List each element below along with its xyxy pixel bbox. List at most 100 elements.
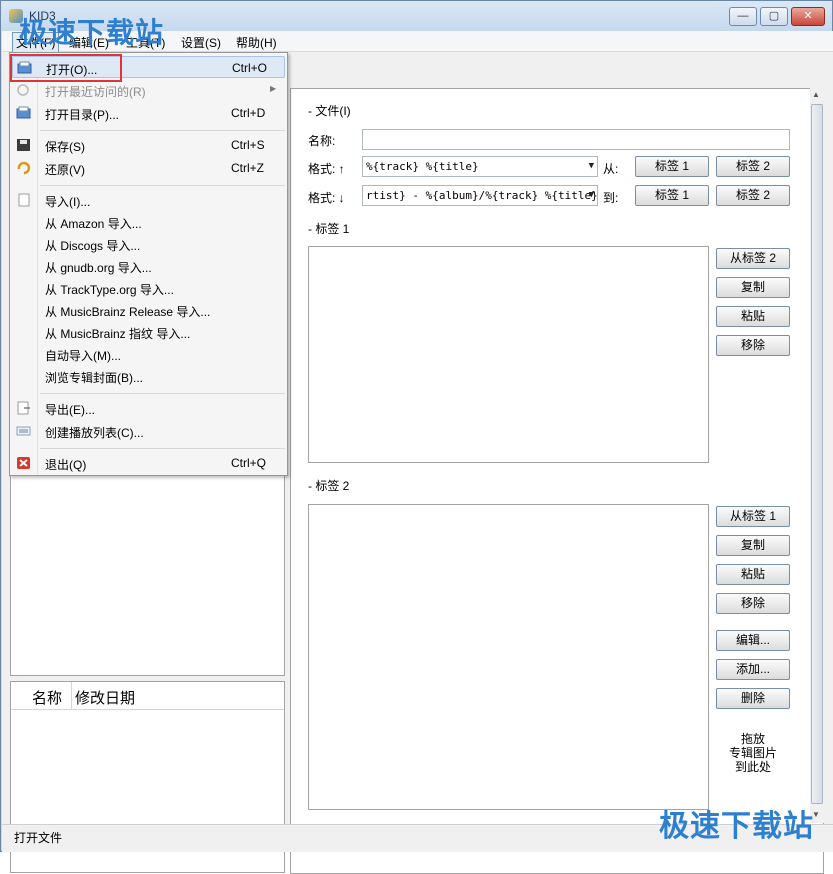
format-down-label: 格式: ↓ <box>308 191 345 205</box>
maximize-button[interactable]: ▢ <box>760 7 788 26</box>
tag2-delete-button[interactable]: 删除 <box>716 688 790 709</box>
menu-item-shortcut: Ctrl+D <box>231 106 266 120</box>
filename-field[interactable] <box>362 129 790 150</box>
menu-item-label: 退出(Q) <box>45 458 87 472</box>
menu-item-label: 导出(E)... <box>45 403 95 417</box>
tag1-frame-table[interactable] <box>308 246 709 463</box>
highlight-annotation <box>10 54 122 82</box>
column-name[interactable]: 名称 <box>32 687 62 708</box>
save-icon <box>16 138 31 152</box>
menu-item-label: 打开最近访问的(R) <box>45 85 146 99</box>
tag1-paste-button[interactable]: 粘贴 <box>716 306 790 327</box>
menu-item-label: 从 gnudb.org 导入... <box>45 261 152 275</box>
menu-item-shortcut: Ctrl+S <box>231 138 265 152</box>
file-section-header[interactable]: - 文件(I) <box>308 102 351 119</box>
tag1-section-header[interactable]: - 标签 1 <box>308 220 349 237</box>
column-separator <box>71 682 72 710</box>
menu-item-import[interactable]: 导入(I)... <box>12 189 285 211</box>
to-tag1-button[interactable]: 标签 1 <box>635 185 709 206</box>
tag1-remove-button[interactable]: 移除 <box>716 335 790 356</box>
chevron-down-icon[interactable]: ▼ <box>589 157 594 176</box>
tag2-add-button[interactable]: 添加... <box>716 659 790 680</box>
menu-item-label: 自动导入(M)... <box>45 349 121 363</box>
export-icon <box>16 401 31 415</box>
tag1-section-title: 标签 1 <box>315 222 350 236</box>
format-to-filename-combo[interactable]: rtist} - %{album}/%{track} %{title} ▼ <box>362 185 598 206</box>
menu-item-revert[interactable]: 还原(V) Ctrl+Z <box>12 157 285 179</box>
menu-item-label: 从 MusicBrainz 指纹 导入... <box>45 327 191 341</box>
menu-item-save[interactable]: 保存(S) Ctrl+S <box>12 134 285 156</box>
tag2-edit-button[interactable]: 编辑... <box>716 630 790 651</box>
to-label: 到: <box>603 191 619 205</box>
menu-item-shortcut: Ctrl+O <box>232 61 268 75</box>
menu-separator <box>40 448 285 449</box>
tag1-from-tag2-button[interactable]: 从标签 2 <box>716 248 790 269</box>
menu-item-label: 从 MusicBrainz Release 导入... <box>45 305 211 319</box>
format-from-filename-combo[interactable]: %{track} %{title} ▼ <box>362 156 598 177</box>
menu-item-export[interactable]: 导出(E)... <box>12 397 285 419</box>
menu-item-import-tracktype[interactable]: 从 TrackType.org 导入... <box>12 277 285 299</box>
menu-item-browse-cover-art[interactable]: 浏览专辑封面(B)... <box>12 365 285 387</box>
column-date[interactable]: 修改日期 <box>75 687 135 708</box>
menu-item-import-gnudb[interactable]: 从 gnudb.org 导入... <box>12 255 285 277</box>
menu-item-auto-import[interactable]: 自动导入(M)... <box>12 343 285 365</box>
menu-item-quit[interactable]: 退出(Q) Ctrl+Q <box>12 452 285 474</box>
menu-item-import-discogs[interactable]: 从 Discogs 导入... <box>12 233 285 255</box>
tag2-paste-button[interactable]: 粘贴 <box>716 564 790 585</box>
tag2-remove-button[interactable]: 移除 <box>716 593 790 614</box>
menu-item-label: 创建播放列表(C)... <box>45 426 144 440</box>
menu-item-open-recent[interactable]: 打开最近访问的(R) ▶ <box>12 79 285 101</box>
revert-icon <box>16 161 31 175</box>
to-tag2-button[interactable]: 标签 2 <box>716 185 790 206</box>
minimize-button[interactable]: — <box>729 7 757 26</box>
menu-item-label: 从 Amazon 导入... <box>45 217 142 231</box>
menu-item-shortcut: Ctrl+Q <box>231 456 267 470</box>
menu-item-label: 还原(V) <box>45 163 85 177</box>
menu-item-import-amazon[interactable]: 从 Amazon 导入... <box>12 211 285 233</box>
watermark-logo: 极速下载站 <box>659 810 814 843</box>
menu-item-create-playlist[interactable]: 创建播放列表(C)... <box>12 420 285 442</box>
menu-item-label: 保存(S) <box>45 140 85 154</box>
chevron-down-icon[interactable]: ▼ <box>589 186 594 205</box>
file-menu-dropdown: 打开(O)... Ctrl+O 打开最近访问的(R) ▶ 打开目录(P)... … <box>9 52 288 476</box>
menu-item-label: 从 TrackType.org 导入... <box>45 283 174 297</box>
menu-item-label: 浏览专辑封面(B)... <box>45 371 143 385</box>
from-label: 从: <box>603 162 619 176</box>
file-list-header: 名称 修改日期 <box>11 682 284 710</box>
from-tag1-button[interactable]: 标签 1 <box>635 156 709 177</box>
menu-separator <box>40 130 285 131</box>
drop-hint-line: 专辑图片 <box>728 746 777 760</box>
menu-settings[interactable]: 设置(S) <box>181 34 221 51</box>
menu-item-open-directory[interactable]: 打开目录(P)... Ctrl+D <box>12 102 285 124</box>
tag2-copy-button[interactable]: 复制 <box>716 535 790 556</box>
tag2-from-tag1-button[interactable]: 从标签 1 <box>716 506 790 527</box>
tag2-section-header[interactable]: - 标签 2 <box>308 477 349 494</box>
open-dir-icon <box>16 106 31 120</box>
watermark-logo: 极速下载站 <box>19 17 165 48</box>
menu-item-import-musicbrainz-release[interactable]: 从 MusicBrainz Release 导入... <box>12 299 285 321</box>
recent-icon <box>16 83 31 97</box>
from-tag2-button[interactable]: 标签 2 <box>716 156 790 177</box>
playlist-icon <box>16 424 31 438</box>
vertical-scrollbar[interactable]: ▲ ▼ <box>810 88 824 823</box>
chevron-right-icon: ▶ <box>270 84 277 93</box>
format-up-label: 格式: ↑ <box>308 162 345 176</box>
menu-separator <box>40 185 285 186</box>
cover-art-drop-zone[interactable]: 拖放 专辑图片 到此处 <box>712 732 794 774</box>
app-window: KID3 — ▢ ✕ 文件(F) 编辑(E) 工具(T) 设置(S) 帮助(H)… <box>0 0 833 874</box>
scroll-up-icon[interactable]: ▲ <box>812 90 820 99</box>
menu-separator <box>40 393 285 394</box>
format-up-value: %{track} %{title} <box>366 160 479 173</box>
tag2-section-title: 标签 2 <box>315 479 350 493</box>
tag2-frame-table[interactable] <box>308 504 709 810</box>
status-text: 打开文件 <box>14 831 63 845</box>
close-button[interactable]: ✕ <box>791 7 825 26</box>
scroll-thumb[interactable] <box>811 104 823 804</box>
menu-help[interactable]: 帮助(H) <box>236 34 277 51</box>
drop-hint-line: 到此处 <box>734 760 771 774</box>
import-icon <box>16 193 31 207</box>
tag1-copy-button[interactable]: 复制 <box>716 277 790 298</box>
menu-item-import-musicbrainz-fingerprint[interactable]: 从 MusicBrainz 指纹 导入... <box>12 321 285 343</box>
file-section-title: 文件(I) <box>315 104 351 118</box>
menu-item-label: 导入(I)... <box>45 195 91 209</box>
